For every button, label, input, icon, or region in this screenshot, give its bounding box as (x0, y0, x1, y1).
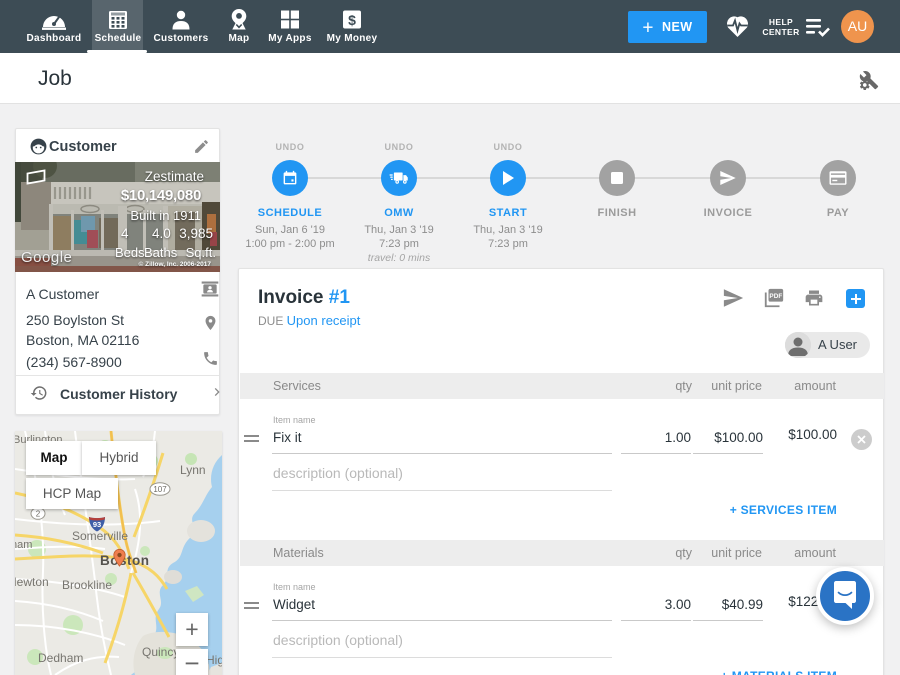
svg-text:93: 93 (93, 520, 101, 529)
svg-text:PDF: PDF (769, 293, 782, 300)
svg-text:2: 2 (36, 510, 41, 519)
svg-text:$: $ (348, 12, 356, 28)
svg-text:107: 107 (153, 485, 167, 494)
